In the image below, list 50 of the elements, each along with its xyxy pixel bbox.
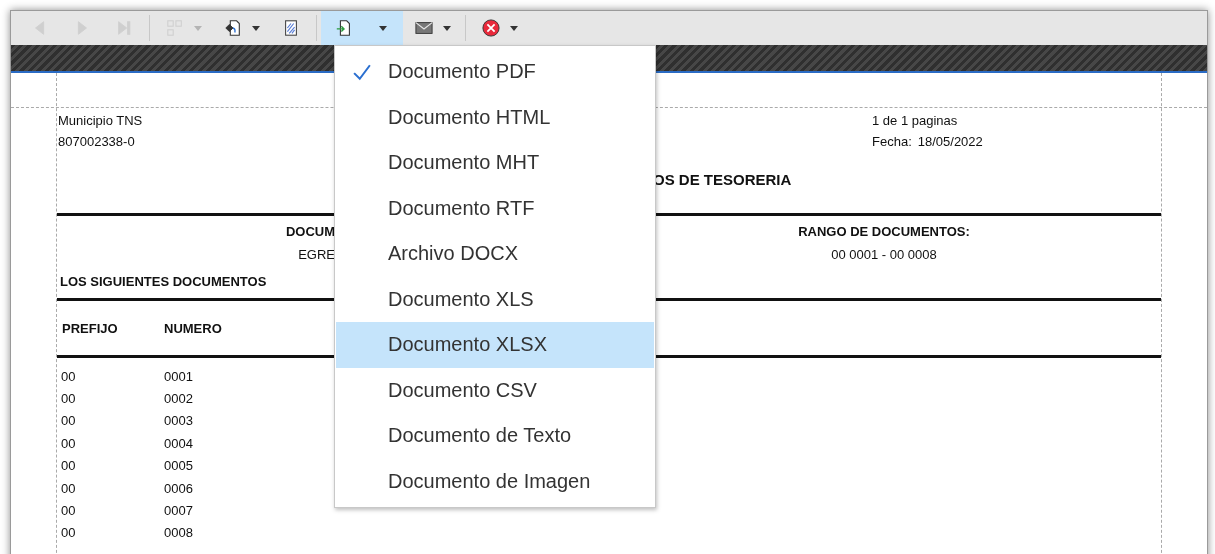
- table-cell-text: 00: [60, 480, 77, 496]
- skip-to-end-icon: [115, 19, 133, 37]
- document-arrow-icon: [335, 19, 353, 37]
- caret-icon: [194, 25, 202, 31]
- table-cell: 0001: [164, 368, 193, 384]
- report-date: 18/05/2022: [917, 134, 983, 149]
- date-label: Fecha:: [872, 134, 912, 149]
- table-cell: 0007: [164, 503, 193, 519]
- caret-icon: [443, 25, 451, 31]
- table-cell-text: 00: [60, 525, 77, 541]
- page-count: 1 de 1 paginas: [872, 113, 958, 128]
- menu-item[interactable]: Documento XLSX: [336, 322, 654, 368]
- document-type-label: DOCUM: [285, 224, 335, 239]
- company-nit: 807002338-0: [58, 134, 135, 149]
- menu-item[interactable]: Documento XLS: [336, 276, 654, 322]
- menu-item[interactable]: Archivo DOCX: [336, 231, 654, 277]
- hatched-page-icon: [282, 19, 300, 37]
- table-cell: 0008: [164, 525, 193, 541]
- company-name: Municipio TNS: [58, 113, 143, 128]
- menu-item[interactable]: Documento MHT: [336, 140, 654, 186]
- document-range: 00 0001 - 00 0008: [831, 247, 937, 262]
- table-cell: 0003: [164, 413, 193, 429]
- caret-icon: [252, 25, 260, 31]
- table-cell-text: 00: [60, 458, 77, 474]
- documents-note: LOS SIGUIENTES DOCUMENTOS: [60, 274, 267, 289]
- menu-item[interactable]: Documento RTF: [336, 185, 654, 231]
- column-header: PREFIJO: [61, 320, 119, 336]
- table-cell: 0006: [164, 480, 193, 496]
- menu-item[interactable]: Documento HTML: [336, 94, 654, 140]
- menu-item[interactable]: Documento CSV: [336, 367, 654, 413]
- table-cell-text: 00: [60, 391, 77, 407]
- range-label: RANGO DE DOCUMENTOS:: [798, 224, 970, 239]
- table-cell: 0005: [164, 458, 193, 474]
- column-header: NUMERO: [164, 320, 222, 336]
- close-icon: [482, 19, 500, 37]
- table-cell-text: 00: [60, 503, 77, 519]
- caret-icon: [379, 25, 387, 31]
- caret-icon: [510, 25, 518, 31]
- table-cell-text: 00: [60, 368, 77, 384]
- toolbar-button[interactable]: [321, 11, 403, 45]
- envelope-icon: [415, 19, 433, 37]
- document-type: EGRE: [298, 247, 335, 262]
- table-cell: 0002: [164, 391, 193, 407]
- table-cell-text: 00: [60, 435, 77, 451]
- document-bucket-icon: [224, 19, 242, 37]
- menu-item[interactable]: Documento de Texto: [336, 413, 654, 459]
- table-cell-text: 00: [60, 413, 77, 429]
- table-cell: 0004: [164, 435, 193, 451]
- menu-item[interactable]: Documento PDF: [336, 49, 654, 95]
- menu-item[interactable]: Documento de Imagen: [336, 458, 654, 504]
